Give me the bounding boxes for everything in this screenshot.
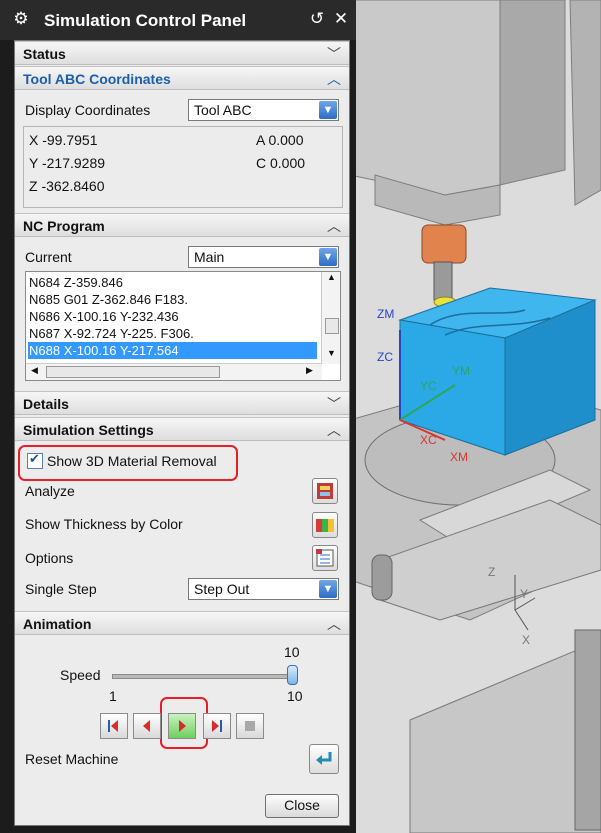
show-material-removal-checkbox[interactable] xyxy=(27,451,43,469)
reset-arrow-icon xyxy=(316,752,332,765)
options-icon xyxy=(316,549,334,567)
speed-label: Speed xyxy=(60,667,101,683)
machine-viewport[interactable]: ZM ZC YC YM XC XM Z Y X xyxy=(350,0,601,833)
section-simulation-settings[interactable]: Simulation Settings ︿ xyxy=(15,417,349,441)
dialog-body: Status ﹀ Tool ABC Coordinates ︿ Display … xyxy=(14,40,350,826)
gear-icon[interactable]: ⚙ xyxy=(10,8,32,30)
reset-machine-label: Reset Machine xyxy=(25,751,119,767)
play-forward-button[interactable] xyxy=(168,713,196,739)
thickness-button[interactable] xyxy=(312,512,338,538)
horizontal-scrollbar[interactable]: ◀ ▶ xyxy=(26,363,322,380)
list-item[interactable]: N687 X-92.724 Y-225. F306. xyxy=(28,325,317,342)
options-label: Options xyxy=(25,550,74,566)
scroll-up-icon[interactable]: ▲ xyxy=(327,272,336,282)
speed-slider-track[interactable] xyxy=(112,674,294,679)
section-nc-program[interactable]: NC Program ︿ xyxy=(15,213,349,237)
single-step-select[interactable]: Step Out ▼ xyxy=(188,578,339,600)
section-label: Animation xyxy=(23,616,92,632)
chevron-down-icon[interactable]: ▼ xyxy=(319,248,337,266)
close-button[interactable]: Close xyxy=(265,794,339,818)
reset-machine-button[interactable] xyxy=(309,744,339,774)
speed-max-label: 10 xyxy=(287,688,303,704)
coord-x: X -99.7951 xyxy=(29,132,98,148)
current-program-select[interactable]: Main ▼ xyxy=(188,246,339,268)
display-coordinates-label: Display Coordinates xyxy=(25,102,151,118)
axis-label-x: X xyxy=(522,633,530,647)
fast-forward-end-button[interactable] xyxy=(203,713,231,739)
analyze-label: Analyze xyxy=(25,483,75,499)
stop-icon xyxy=(245,721,255,731)
section-animation[interactable]: Animation ︿ xyxy=(15,611,349,635)
play-icon xyxy=(179,720,186,732)
simulation-control-panel: ⚙ Simulation Control Panel ↺ ✕ Status ﹀ … xyxy=(0,0,356,833)
section-label: Details xyxy=(23,396,69,412)
play-reverse-button[interactable] xyxy=(133,713,161,739)
speed-current-value: 10 xyxy=(284,644,300,660)
stop-button[interactable] xyxy=(236,713,264,739)
scroll-right-icon[interactable]: ▶ xyxy=(306,365,313,376)
axis-label-yc: YC xyxy=(420,379,437,393)
coord-c: C 0.000 xyxy=(256,155,306,171)
list-item[interactable]: N685 G01 Z-362.846 F183. xyxy=(28,291,317,308)
current-program-label: Current xyxy=(25,249,72,265)
chevron-down-icon: ﹀ xyxy=(327,46,341,62)
list-item[interactable]: N686 X-100.16 Y-232.436 xyxy=(28,308,317,325)
close-icon[interactable]: ✕ xyxy=(330,8,352,30)
chevron-up-icon: ︿ xyxy=(327,422,341,438)
axis-label-z: Z xyxy=(488,565,495,579)
window-title: Simulation Control Panel xyxy=(44,11,247,30)
section-tool-coordinates[interactable]: Tool ABC Coordinates ︿ xyxy=(15,66,349,90)
select-value: Step Out xyxy=(194,581,250,597)
coord-z: Z -362.8460 xyxy=(29,178,105,194)
title-bar[interactable]: ⚙ Simulation Control Panel ↺ ✕ xyxy=(0,0,356,40)
axis-label-xm: XM xyxy=(450,450,468,464)
axis-label-zc: ZC xyxy=(377,350,393,364)
skip-forward-icon xyxy=(212,720,222,732)
options-button[interactable] xyxy=(312,545,338,571)
select-value: Tool ABC xyxy=(194,102,252,118)
axis-label-ym: YM xyxy=(452,364,470,378)
coord-y: Y -217.9289 xyxy=(29,155,106,171)
coordinate-readout: X -99.7951 Y -217.9289 Z -362.8460 A 0.0… xyxy=(23,126,343,208)
section-label: Status xyxy=(23,46,66,62)
section-status[interactable]: Status ﹀ xyxy=(15,41,349,65)
scroll-down-icon[interactable]: ▼ xyxy=(327,348,336,358)
chevron-up-icon: ︿ xyxy=(327,616,341,632)
section-label: Tool ABC Coordinates xyxy=(23,71,171,87)
reset-dialog-icon[interactable]: ↺ xyxy=(306,8,328,30)
show-material-removal-label[interactable]: Show 3D Material Removal xyxy=(47,453,217,469)
vertical-scrollbar[interactable]: ▲ ▼ xyxy=(321,272,340,364)
list-item[interactable]: N684 Z-359.846 xyxy=(28,274,317,291)
scroll-thumb[interactable] xyxy=(325,318,339,334)
skip-back-icon xyxy=(108,720,118,732)
single-step-label: Single Step xyxy=(25,581,97,597)
chevron-down-icon: ﹀ xyxy=(327,396,341,412)
scroll-thumb[interactable] xyxy=(46,366,220,378)
section-label: Simulation Settings xyxy=(23,422,154,438)
axis-label-zm: ZM xyxy=(377,307,394,321)
analyze-button[interactable] xyxy=(312,478,338,504)
speed-slider-thumb[interactable] xyxy=(287,665,298,685)
thickness-label: Show Thickness by Color xyxy=(25,516,183,532)
coord-a: A 0.000 xyxy=(256,132,304,148)
analyze-icon xyxy=(317,483,333,499)
chevron-down-icon[interactable]: ▼ xyxy=(319,101,337,119)
chevron-up-icon: ︿ xyxy=(327,218,341,234)
nc-program-list[interactable]: N684 Z-359.846 N685 G01 Z-362.846 F183. … xyxy=(25,271,341,381)
display-coordinates-select[interactable]: Tool ABC ▼ xyxy=(188,99,339,121)
play-reverse-icon xyxy=(143,720,150,732)
thickness-color-icon xyxy=(316,519,334,532)
section-label: NC Program xyxy=(23,218,105,234)
axis-label-y: Y xyxy=(520,587,528,601)
speed-min-label: 1 xyxy=(109,688,117,704)
list-item-selected[interactable]: N688 X-100.16 Y-217.564 xyxy=(28,342,317,359)
select-value: Main xyxy=(194,249,225,265)
rewind-to-start-button[interactable] xyxy=(100,713,128,739)
section-details[interactable]: Details ﹀ xyxy=(15,391,349,415)
scroll-left-icon[interactable]: ◀ xyxy=(31,365,38,376)
chevron-up-icon: ︿ xyxy=(327,71,341,87)
chevron-down-icon[interactable]: ▼ xyxy=(319,580,337,598)
axis-label-xc: XC xyxy=(420,433,437,447)
